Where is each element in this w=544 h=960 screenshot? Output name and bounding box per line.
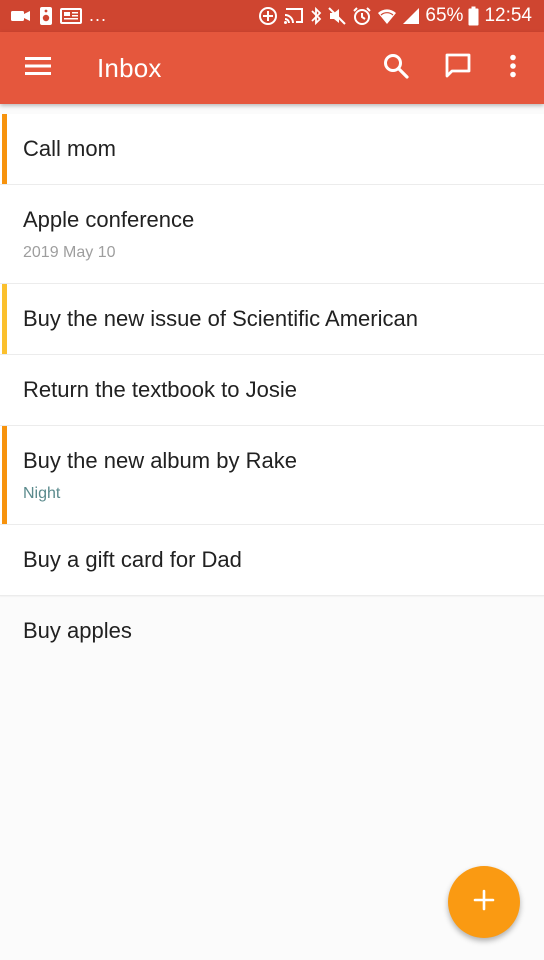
cast-icon <box>283 7 305 25</box>
screen: ... 65% 12:54 Inbox Call mom Apple confe… <box>0 0 544 960</box>
wifi-icon <box>377 7 397 25</box>
feedback-button[interactable] <box>434 44 482 92</box>
alarm-icon <box>352 6 372 26</box>
battery-percent: 65% <box>425 5 464 26</box>
battery-icon <box>468 6 479 26</box>
page-title: Inbox <box>97 53 162 83</box>
more-options-button[interactable] <box>494 44 532 92</box>
task-title: Apple conference <box>23 207 195 232</box>
task-due-date: 2019 May 10 <box>23 244 116 261</box>
priority-bar <box>2 185 7 283</box>
search-icon <box>383 53 409 84</box>
bluetooth-icon <box>310 6 322 26</box>
priority-bar <box>2 284 7 354</box>
task-title: Buy a gift card for Dad <box>23 547 242 572</box>
add-icon <box>473 889 495 916</box>
priority-bar <box>2 426 7 524</box>
priority-bar <box>2 525 7 595</box>
task-item[interactable]: Call mom <box>0 114 544 185</box>
task-item[interactable]: Buy the new issue of Scientific American <box>0 284 544 355</box>
news-icon <box>60 7 82 25</box>
priority-bar <box>2 596 7 667</box>
task-title: Buy apples <box>23 618 132 643</box>
task-label: Night <box>23 485 61 502</box>
video-icon <box>10 8 32 24</box>
task-item[interactable]: Return the textbook to Josie <box>0 355 544 426</box>
task-title: Return the textbook to Josie <box>23 377 297 402</box>
status-time: 12:54 <box>484 5 532 26</box>
task-title: Buy the new album by Rake <box>23 448 297 473</box>
more-vertical-icon <box>509 54 517 83</box>
task-item[interactable]: Buy the new album by Rake Night <box>0 426 544 525</box>
menu-button[interactable] <box>14 44 62 92</box>
status-more-indicator: ... <box>89 4 108 25</box>
status-bar: ... 65% 12:54 <box>0 0 544 32</box>
task-title: Call mom <box>23 136 116 161</box>
search-button[interactable] <box>372 44 420 92</box>
app-bar: Inbox <box>0 32 544 104</box>
task-item[interactable]: Apple conference 2019 May 10 <box>0 185 544 284</box>
priority-bar <box>2 114 7 184</box>
priority-bar <box>2 355 7 425</box>
status-right: 65% 12:54 <box>258 0 532 32</box>
add-task-button[interactable] <box>448 866 520 938</box>
status-left: ... <box>10 0 107 32</box>
mute-icon <box>327 6 347 26</box>
signal-icon <box>402 7 420 25</box>
task-list: Call mom Apple conference 2019 May 10 Bu… <box>0 114 544 667</box>
feedback-icon <box>444 52 472 85</box>
task-item[interactable]: Buy apples <box>0 596 544 667</box>
task-item[interactable]: Buy a gift card for Dad <box>0 525 544 596</box>
task-title: Buy the new issue of Scientific American <box>23 306 418 331</box>
speaker-icon <box>39 6 53 26</box>
menu-icon <box>25 56 51 81</box>
add-circle-icon <box>258 6 278 26</box>
